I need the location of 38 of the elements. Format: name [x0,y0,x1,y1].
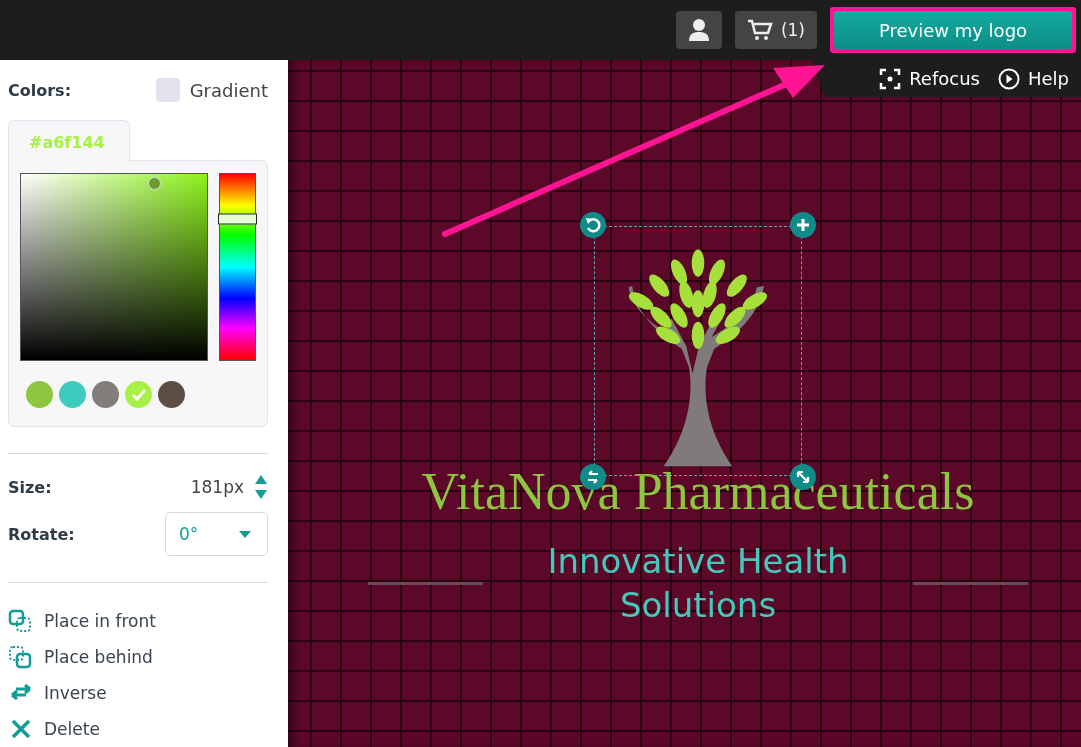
play-circle-icon [997,67,1020,90]
check-icon [130,387,147,402]
stepper-arrows-icon[interactable] [254,474,268,501]
color-swatch[interactable] [59,381,86,409]
action-item[interactable]: Place in front [8,603,268,639]
user-icon [687,18,710,42]
account-button[interactable] [675,11,722,49]
cart-button[interactable]: (1) [734,11,817,49]
caret-icon [239,530,251,538]
picker-handle[interactable] [148,177,161,191]
checkbox[interactable] [155,78,180,102]
color-swatch[interactable] [92,381,119,409]
cart-icon [746,18,773,42]
toolbar-button[interactable]: Help [997,67,1069,90]
layer-front-icon [8,609,34,633]
plus-icon [795,217,811,233]
gradient-checkbox[interactable]: Gradient [155,78,268,102]
logo-name[interactable]: VitaNova Pharmaceuticals [421,462,975,521]
color-swatch[interactable] [158,381,185,409]
action-item[interactable]: Delete [8,711,268,747]
toolbar-button[interactable]: Refocus [879,67,980,90]
size-value: 181px [190,477,244,498]
color-swatch[interactable] [26,381,53,409]
logo-tagline[interactable]: Innovative Health Solutions [513,539,883,627]
action-item[interactable]: Inverse [8,675,268,711]
action-item[interactable]: Place behind [8,639,268,675]
add-handle[interactable] [790,212,816,238]
rotate-icon [585,217,601,233]
saturation-area[interactable] [20,173,208,362]
rotate-label: Rotate: [8,524,75,544]
hue-thumb[interactable] [218,213,257,225]
colors-label: Colors: [8,80,72,100]
rotate-handle[interactable] [580,212,606,238]
size-label: Size: [8,477,52,497]
focus-frame-icon [879,67,902,90]
layer-behind-icon [8,645,34,669]
color-swatch[interactable] [125,381,152,409]
hue-slider[interactable] [219,173,256,362]
